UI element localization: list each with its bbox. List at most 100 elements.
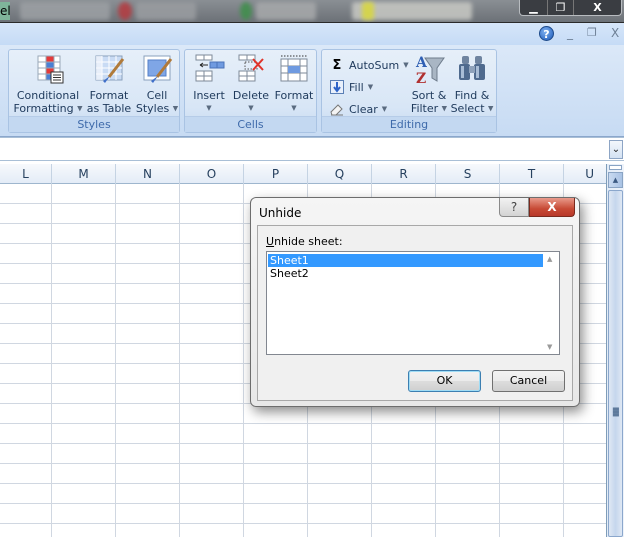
dropdown-arrow-icon: ▼ — [206, 104, 212, 112]
vertical-scrollbar[interactable]: ▲ ▬ ▬ ▬ — [606, 164, 624, 537]
dropdown-arrow-icon: ▼ — [291, 104, 297, 112]
autosum-button[interactable]: Σ AutoSum ▼ — [330, 55, 409, 75]
os-close-button[interactable]: X — [574, 0, 621, 15]
column-header[interactable]: O — [180, 164, 244, 184]
conditional-formatting-label-2: Formatting — [13, 102, 74, 115]
column-header[interactable]: M — [52, 164, 116, 184]
taskbar-tab-blurred[interactable] — [136, 2, 196, 20]
insert-cells-icon — [193, 53, 225, 85]
double-chevron-down-icon: ⌄ — [611, 144, 621, 155]
autosum-label: AutoSum — [349, 58, 400, 72]
find-select-button[interactable]: Find & Select ▼ — [450, 53, 494, 116]
scroll-up-icon[interactable]: ▲ — [547, 255, 552, 263]
binoculars-icon — [456, 53, 488, 85]
conditional-formatting-label-1: Conditional — [16, 89, 80, 102]
sort-filter-icon: A Z — [413, 53, 445, 87]
format-cells-label: Format — [274, 89, 314, 102]
conditional-formatting-icon — [32, 53, 64, 85]
dropdown-arrow-icon: ▼ — [172, 104, 179, 113]
column-header[interactable]: L — [0, 164, 52, 184]
list-item[interactable]: Sheet1 — [268, 254, 548, 267]
dropdown-arrow-icon: ▼ — [441, 104, 448, 113]
sort-filter-label-1: Sort & — [411, 89, 447, 102]
format-cells-icon — [278, 53, 310, 85]
taskbar-tab-blurred[interactable] — [256, 2, 316, 20]
column-header[interactable]: R — [372, 164, 436, 184]
column-header[interactable]: T — [500, 164, 564, 184]
column-headers: L M N O P Q R S T U — [0, 164, 606, 184]
format-cells-button[interactable]: Format ▼ — [273, 53, 315, 115]
column-header[interactable]: P — [244, 164, 308, 184]
insert-cells-label: Insert — [193, 89, 225, 102]
conditional-formatting-button[interactable]: Conditional Formatting ▼ — [13, 53, 83, 116]
find-select-label-1: Find & — [454, 89, 490, 102]
help-icon[interactable]: ? — [539, 26, 554, 41]
cell-styles-icon — [141, 53, 173, 85]
ribbon-group-editing: Σ AutoSum ▼ Fill ▼ Clear ▼ A Z Sort & Fi… — [321, 49, 497, 133]
workbook-restore-button[interactable]: ❐ — [587, 26, 597, 39]
taskbar-app-fragment[interactable]: el — [0, 2, 11, 20]
cell-styles-label-2: Styles — [135, 102, 170, 115]
unhide-sheet-label-text: nhide sheet: — [274, 235, 343, 248]
sort-filter-button[interactable]: A Z Sort & Filter ▼ — [408, 53, 450, 116]
format-as-table-icon — [93, 53, 125, 85]
dropdown-arrow-icon: ▼ — [488, 104, 494, 113]
delete-cells-button[interactable]: Delete ▼ — [231, 53, 271, 115]
ribbon: Conditional Formatting ▼ Format as Table… — [0, 45, 624, 137]
unhide-dialog: Unhide ? X Unhide sheet: Sheet1 Sheet2 ▲… — [250, 197, 580, 407]
workbook-minimize-button[interactable]: _ — [567, 26, 573, 40]
taskbar-tab-icon — [362, 2, 374, 20]
sort-filter-label-2: Filter — [410, 102, 439, 115]
grip-icon: ▬ ▬ ▬ — [612, 404, 620, 419]
scroll-down-icon[interactable]: ▼ — [547, 343, 552, 351]
taskbar-tab-icon — [118, 2, 132, 20]
listbox-scrollbar[interactable]: ▲ ▼ — [543, 252, 559, 354]
formula-bar[interactable]: ⌄ — [0, 137, 624, 161]
dialog-title: Unhide — [259, 206, 302, 220]
unhide-sheet-label: Unhide sheet: — [266, 235, 343, 248]
ribbon-group-label-editing: Editing — [322, 116, 496, 132]
column-header[interactable]: S — [436, 164, 500, 184]
excel-title-row: _ ❐ X — [0, 22, 624, 45]
dialog-close-button[interactable]: X — [529, 198, 575, 217]
svg-text:A: A — [415, 55, 428, 71]
column-header[interactable]: N — [116, 164, 180, 184]
delete-cells-icon — [235, 53, 267, 85]
dialog-help-button[interactable]: ? — [499, 198, 529, 217]
fill-label: Fill — [349, 80, 364, 94]
workbook-close-button[interactable]: X — [611, 26, 619, 40]
os-window-controls: ▁ ❐ X — [519, 0, 622, 16]
os-taskbar: el ▁ ❐ X — [0, 0, 624, 22]
list-item[interactable]: Sheet2 — [268, 267, 548, 280]
expand-formula-bar-button[interactable]: ⌄ — [609, 140, 623, 159]
insert-cells-button[interactable]: Insert ▼ — [189, 53, 229, 115]
dropdown-arrow-icon: ▼ — [77, 104, 83, 113]
up-arrow-icon: ▲ — [612, 176, 619, 184]
cell-styles-label-1: Cell — [146, 89, 168, 102]
os-minimize-button[interactable]: ▁ — [520, 0, 548, 15]
os-restore-button[interactable]: ❐ — [548, 0, 574, 15]
cell-styles-button[interactable]: Cell Styles ▼ — [135, 53, 179, 116]
dropdown-arrow-icon: ▼ — [367, 83, 374, 91]
sigma-icon: Σ — [332, 57, 342, 73]
split-box[interactable] — [609, 165, 622, 170]
taskbar-tab-blurred[interactable] — [20, 2, 110, 20]
ribbon-group-styles: Conditional Formatting ▼ Format as Table… — [8, 49, 180, 133]
scroll-thumb[interactable]: ▬ ▬ ▬ — [608, 190, 623, 537]
scroll-up-button[interactable]: ▲ — [608, 172, 623, 188]
dropdown-arrow-icon: ▼ — [381, 105, 388, 113]
ok-button[interactable]: OK — [408, 370, 481, 392]
ribbon-group-label-styles: Styles — [9, 116, 179, 132]
fill-button[interactable]: Fill ▼ — [330, 77, 373, 97]
sheet-listbox[interactable]: Sheet1 Sheet2 ▲ ▼ — [266, 251, 560, 355]
cancel-button[interactable]: Cancel — [492, 370, 565, 392]
accelerator-key: U — [266, 235, 275, 248]
delete-cells-label: Delete — [232, 89, 270, 102]
taskbar-tab-icon — [240, 2, 252, 20]
eraser-icon — [330, 102, 344, 116]
fill-down-icon — [330, 80, 344, 94]
question-icon: ? — [510, 200, 518, 214]
find-select-label-2: Select — [450, 102, 485, 115]
column-header[interactable]: Q — [308, 164, 372, 184]
ribbon-group-cells: Insert ▼ Delete ▼ Format ▼ Cells — [184, 49, 317, 133]
